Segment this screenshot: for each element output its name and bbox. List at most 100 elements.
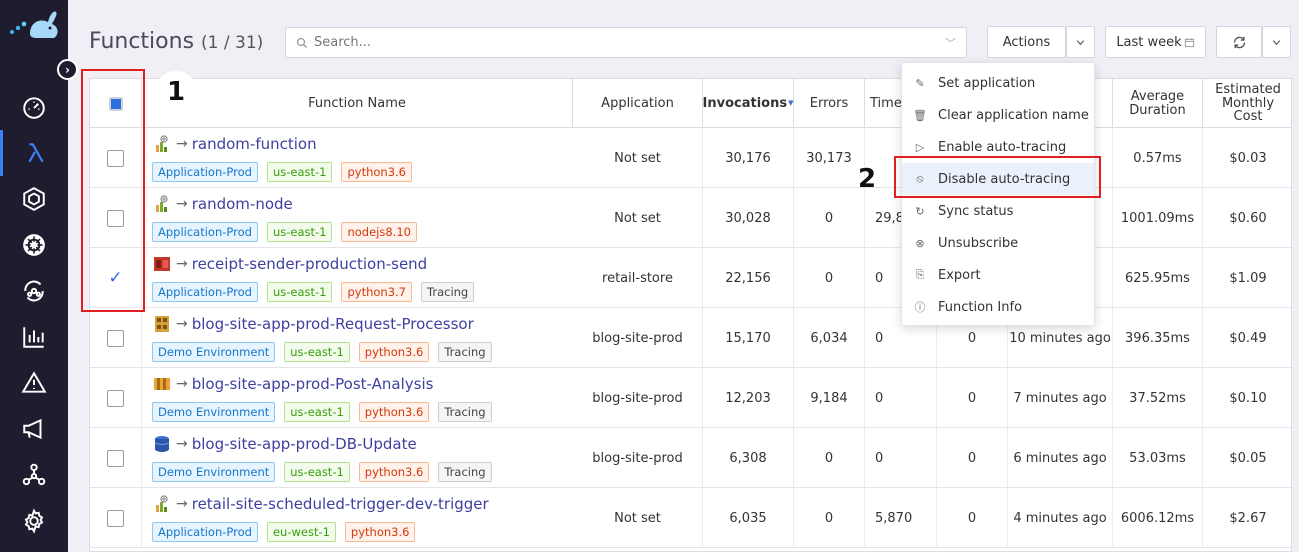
sidebar-item-services[interactable] [0, 268, 68, 314]
refresh-dropdown-button[interactable] [1262, 26, 1291, 58]
sidebar-item-dashboard[interactable] [0, 84, 68, 130]
table-row[interactable]: ✓ → receipt-sender-production-send Applicat… [90, 248, 1291, 308]
row-checkbox[interactable] [107, 329, 124, 347]
function-name-link[interactable]: blog-site-app-prod-Request-Processor [192, 315, 474, 333]
environment-tag[interactable]: Application-Prod [152, 522, 258, 542]
sidebar-item-settings[interactable] [0, 498, 68, 544]
function-name-link[interactable]: random-function [192, 135, 317, 153]
menu-item-label: Unsubscribe [938, 235, 1019, 251]
function-name-link[interactable]: receipt-sender-production-send [192, 255, 427, 273]
menu-item-set-application[interactable]: ✎ Set application [902, 67, 1094, 99]
row-checkbox[interactable] [107, 449, 124, 467]
functions-table: Function Name Application Invocations ▼ E… [89, 78, 1292, 552]
monthly-cost-cell: $0.60 [1229, 210, 1267, 226]
function-name-link[interactable]: random-node [192, 195, 293, 213]
sidebar-item-architecture[interactable] [0, 452, 68, 498]
tracing-tag[interactable]: Tracing [438, 462, 492, 482]
row-checkbox[interactable] [107, 509, 124, 527]
hidden-metric-cell: 0 [937, 488, 1008, 548]
region-tag[interactable]: us-east-1 [284, 342, 350, 362]
invocations-cell: 30,176 [703, 128, 794, 188]
function-name-link[interactable]: blog-site-app-prod-Post-Analysis [192, 375, 434, 393]
menu-item-label: Clear application name [938, 107, 1089, 123]
col-invocations[interactable]: Invocations ▼ [703, 79, 794, 128]
errors-cell: 30,173 [794, 128, 865, 188]
runtime-tag[interactable]: python3.6 [358, 462, 430, 482]
gear-icon [24, 508, 44, 534]
menu-item-label: Enable auto-tracing [938, 139, 1067, 155]
sidebar-item-analytics[interactable] [0, 314, 68, 360]
tracing-tag[interactable]: Tracing [421, 282, 475, 302]
sidebar-collapse-toggle[interactable]: › [57, 59, 78, 80]
table-row[interactable]: → blog-site-app-prod-Request-Processor Dem… [90, 308, 1291, 368]
invocations-cell: 30,028 [703, 188, 794, 248]
runtime-tag[interactable]: python3.7 [341, 282, 413, 302]
menu-item-export[interactable]: ⎘ Export [902, 259, 1094, 291]
runtime-tag[interactable]: python3.6 [341, 162, 413, 182]
menu-item-unsubscribe[interactable]: ⊗ Unsubscribe [902, 227, 1094, 259]
table-row[interactable]: → random-function Application-Prod us-east-… [90, 128, 1291, 188]
actions-button[interactable]: Actions [987, 26, 1066, 58]
monthly-cost-cell: $0.10 [1229, 390, 1267, 406]
search-input-box[interactable]: ﹀ [285, 27, 967, 58]
play-circle-icon: ▷ [915, 140, 925, 154]
arrow-right-icon: → [176, 496, 188, 512]
environment-tag[interactable]: Demo Environment [152, 462, 276, 482]
actions-dropdown-button[interactable] [1066, 26, 1095, 58]
col-monthly-cost[interactable]: Estimated Monthly Cost [1203, 79, 1291, 128]
chevron-down-icon[interactable]: ﹀ [945, 35, 956, 51]
sidebar-item-containers[interactable] [0, 176, 68, 222]
sidebar-item-functions[interactable] [0, 130, 68, 176]
search-input[interactable] [314, 35, 945, 50]
sidebar-item-announcements[interactable] [0, 406, 68, 452]
network-icon [22, 463, 46, 486]
sidebar-item-kubernetes[interactable] [0, 222, 68, 268]
col-errors[interactable]: Errors [794, 79, 865, 128]
tracing-tag[interactable]: Tracing [438, 342, 492, 362]
monthly-cost-cell: $2.67 [1229, 510, 1267, 526]
environment-tag[interactable]: Demo Environment [152, 402, 276, 422]
menu-item-clear-application-name[interactable]: 🗑 Clear application name [902, 99, 1094, 131]
runtime-tag[interactable]: python3.6 [358, 342, 430, 362]
avg-duration-cell: 396.35ms [1113, 308, 1203, 368]
time-range-picker[interactable]: Last week [1105, 26, 1206, 58]
sidebar-item-issues[interactable] [0, 360, 68, 406]
sync-icon: ↻ [915, 204, 925, 218]
region-tag[interactable]: us-east-1 [284, 402, 350, 422]
warning-icon [21, 371, 47, 393]
trash-icon: 🗑 [913, 108, 927, 122]
tracing-tag[interactable]: Tracing [438, 402, 492, 422]
region-tag[interactable]: us-east-1 [266, 162, 333, 182]
refresh-button[interactable] [1216, 26, 1262, 58]
function-name-link[interactable]: retail-site-scheduled-trigger-dev-trigge… [192, 495, 489, 513]
application-cell: blog-site-prod [573, 428, 703, 488]
environment-tag[interactable]: Application-Prod [152, 282, 258, 302]
runtime-tag[interactable]: nodejs8.10 [341, 222, 417, 242]
table-row[interactable]: → random-node Application-Prod us-east-1 nod… [90, 188, 1291, 248]
runtime-tag[interactable]: python3.6 [344, 522, 416, 542]
col-average-duration[interactable]: Average Duration [1113, 79, 1203, 128]
region-tag[interactable]: us-east-1 [284, 462, 350, 482]
errors-cell: 0 [794, 188, 865, 248]
avg-duration-cell: 37.52ms [1113, 368, 1203, 428]
table-row[interactable]: → retail-site-scheduled-trigger-dev-trigg… [90, 488, 1291, 548]
region-tag[interactable]: us-east-1 [266, 222, 333, 242]
application-cell: Not set [573, 188, 703, 248]
timeouts-cell: 0 [865, 428, 937, 488]
logo-icon[interactable] [6, 6, 62, 46]
environment-tag[interactable]: Application-Prod [152, 222, 258, 242]
runtime-tag[interactable]: python3.6 [358, 402, 430, 422]
col-application[interactable]: Application [573, 79, 703, 128]
environment-tag[interactable]: Application-Prod [152, 162, 258, 182]
col-function-name[interactable]: Function Name [142, 79, 573, 128]
row-checkbox[interactable] [107, 389, 124, 407]
annotation-box-checkbox-column [81, 69, 145, 312]
environment-tag[interactable]: Demo Environment [152, 342, 276, 362]
table-row[interactable]: → blog-site-app-prod-Post-Analysis Demo En… [90, 368, 1291, 428]
menu-item-function-info[interactable]: ⓘ Function Info [902, 291, 1094, 323]
region-tag[interactable]: us-east-1 [266, 282, 333, 302]
table-row[interactable]: → blog-site-app-prod-DB-Update Demo Enviro… [90, 428, 1291, 488]
function-name-link[interactable]: blog-site-app-prod-DB-Update [192, 435, 417, 453]
menu-item-sync-status[interactable]: ↻ Sync status [902, 195, 1094, 227]
region-tag[interactable]: eu-west-1 [266, 522, 336, 542]
